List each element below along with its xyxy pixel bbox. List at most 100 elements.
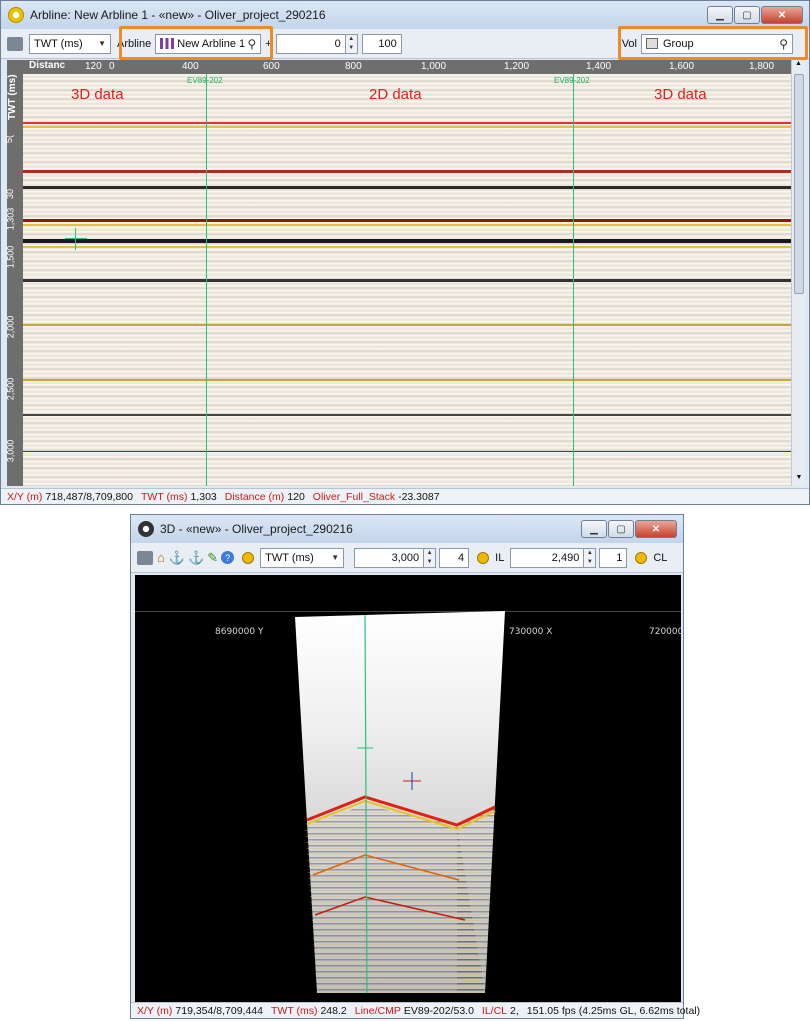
window-title: Arbline: New Arbline 1 - «new» - Oliver_…: [30, 8, 326, 22]
overlay-label-2d: 2D data: [369, 86, 422, 103]
status-value: 1,303: [190, 490, 217, 503]
seismic-3d-panels: [295, 611, 505, 994]
il-spinner[interactable]: ▲ ▼: [584, 547, 597, 568]
anchor-icon[interactable]: ⚓: [169, 550, 185, 566]
camera-icon[interactable]: [7, 36, 23, 51]
twt-tick: 3,000: [5, 439, 16, 463]
well-label: EV89-202: [187, 76, 223, 85]
status-value: 120: [287, 490, 305, 503]
yellow-dot-icon: [635, 551, 648, 564]
status-key: TWT (ms): [141, 490, 188, 503]
twt-tick: 2,000: [5, 315, 16, 339]
view3d-titlebar[interactable]: 3D - «new» - Oliver_project_290216 ▁ ▢ ✕: [131, 515, 683, 543]
twt-tick: 30: [5, 188, 16, 200]
start-field[interactable]: 0: [275, 33, 346, 54]
twt-tick: 1,500: [5, 245, 16, 269]
app-logo-icon: [8, 7, 24, 23]
view3d-statusbar: X/Y (m) 719,354/8,709,444 TWT (ms) 248.2…: [131, 1002, 700, 1018]
reflector: [23, 279, 791, 282]
distance-tick: 800: [345, 61, 362, 72]
chevron-down-icon: ▼: [98, 39, 106, 48]
minimize-button[interactable]: ▁: [707, 6, 733, 24]
time-field[interactable]: 3,000: [354, 547, 425, 568]
distance-tick: 400: [182, 61, 199, 72]
il-label: IL: [495, 551, 505, 564]
cl-label: CL: [653, 551, 668, 564]
distance-ruler: Distanc 120 0 400 600 800 1,000 1,200 1,…: [7, 60, 795, 74]
reflector: [23, 239, 791, 243]
yellow-dot-icon: [477, 551, 490, 564]
end-field[interactable]: 100: [361, 33, 402, 54]
domain-select[interactable]: TWT (ms) ▼: [260, 547, 345, 568]
status-key: Distance (m): [224, 490, 285, 503]
yellow-dot-icon: [242, 551, 255, 564]
window-title: 3D - «new» - Oliver_project_290216: [160, 522, 353, 536]
status-key: X/Y (m): [137, 1004, 173, 1017]
distance-tick: 1,600: [669, 61, 695, 72]
status-fps: 151.05 fps (4.25ms GL, 6.62ms total): [526, 1004, 701, 1017]
well-label: EV89-202: [554, 76, 590, 85]
il-field[interactable]: 2,490: [510, 547, 585, 568]
status-value: -23.3087: [398, 490, 440, 503]
scrollbar-thumb[interactable]: [794, 74, 804, 294]
status-key: Line/CMP: [354, 1004, 401, 1017]
reflector: [23, 324, 791, 326]
scene-3d-viewport[interactable]: 8690000 Y 730000 X 720000: [135, 575, 681, 1002]
maximize-button[interactable]: ▢: [734, 6, 760, 24]
horizon-red: [23, 122, 791, 124]
domain-select-value: TWT (ms): [34, 37, 83, 50]
maximize-button[interactable]: ▢: [608, 520, 634, 538]
status-value: EV89-202/53.0: [403, 1004, 474, 1017]
anchor-icon[interactable]: ⚓: [188, 550, 204, 566]
distance-tick: 1,400: [586, 61, 612, 72]
domain-select[interactable]: TWT (ms) ▼: [29, 33, 111, 54]
scroll-up-arrow[interactable]: ▲: [792, 60, 805, 72]
time-spinner[interactable]: ▲ ▼: [424, 547, 437, 568]
reflector: [23, 246, 791, 248]
il-step-field[interactable]: 1: [599, 547, 628, 568]
start-spinner[interactable]: ▲ ▼: [345, 33, 358, 54]
distance-tick: 0: [109, 61, 115, 72]
camera-icon[interactable]: [137, 550, 153, 565]
status-key: X/Y (m): [7, 490, 43, 503]
arbline-statusbar: X/Y (m) 718,487/8,709,800 TWT (ms) 1,303…: [1, 488, 809, 504]
well-line: [573, 74, 574, 486]
app-logo-icon: [138, 521, 154, 537]
horizon-blue: [23, 451, 791, 452]
reflector: [23, 379, 791, 381]
time-step-field[interactable]: 4: [439, 547, 470, 568]
close-button[interactable]: ✕: [761, 6, 803, 24]
arbline-window: Arbline: New Arbline 1 - «new» - Oliver_…: [0, 0, 810, 505]
vertical-scrollbar[interactable]: ▲ ▼: [791, 60, 805, 486]
reflector: [23, 186, 791, 189]
well-line: [206, 74, 207, 486]
distance-tick: 1,200: [504, 61, 530, 72]
twt-tick: 1,303: [5, 207, 16, 231]
reflector: [23, 414, 791, 416]
reflector: [23, 219, 791, 222]
status-key: IL/CL: [481, 1004, 508, 1017]
status-value: 248.2: [320, 1004, 347, 1017]
overlay-label-3d-right: 3D data: [654, 86, 707, 103]
arbline-highlight: [119, 26, 273, 60]
horizon-yellow: [23, 126, 791, 128]
distance-tick: 1,000: [421, 61, 447, 72]
seismic-section[interactable]: EV89-202 EV89-202 3D data 2D data 3D dat…: [23, 74, 791, 486]
close-button[interactable]: ✕: [635, 520, 677, 538]
status-key: Oliver_Full_Stack: [312, 490, 396, 503]
minimize-button[interactable]: ▁: [581, 520, 607, 538]
view3d-toolbar: ⌂ ⚓ ⚓ ✎ ? TWT (ms) ▼ 3,000 ▲ ▼ 4 IL 2,490…: [131, 543, 683, 573]
home-icon[interactable]: ⌂: [157, 550, 165, 565]
help-icon[interactable]: ?: [221, 551, 235, 564]
status-value: 718,487/8,709,800: [45, 490, 133, 503]
distance-label: Distanc: [29, 60, 66, 71]
scroll-down-arrow[interactable]: ▼: [792, 474, 806, 486]
twt-tick: 2,500: [5, 377, 16, 401]
twt-tick: 5(: [4, 134, 15, 144]
distance-tick: 600: [263, 61, 280, 72]
arbline-titlebar[interactable]: Arbline: New Arbline 1 - «new» - Oliver_…: [1, 1, 809, 29]
reflector: [23, 170, 791, 173]
twt-label: TWT (ms): [7, 74, 18, 120]
distance-tick: 1,800: [749, 61, 775, 72]
wrench-icon[interactable]: ✎: [207, 550, 218, 566]
